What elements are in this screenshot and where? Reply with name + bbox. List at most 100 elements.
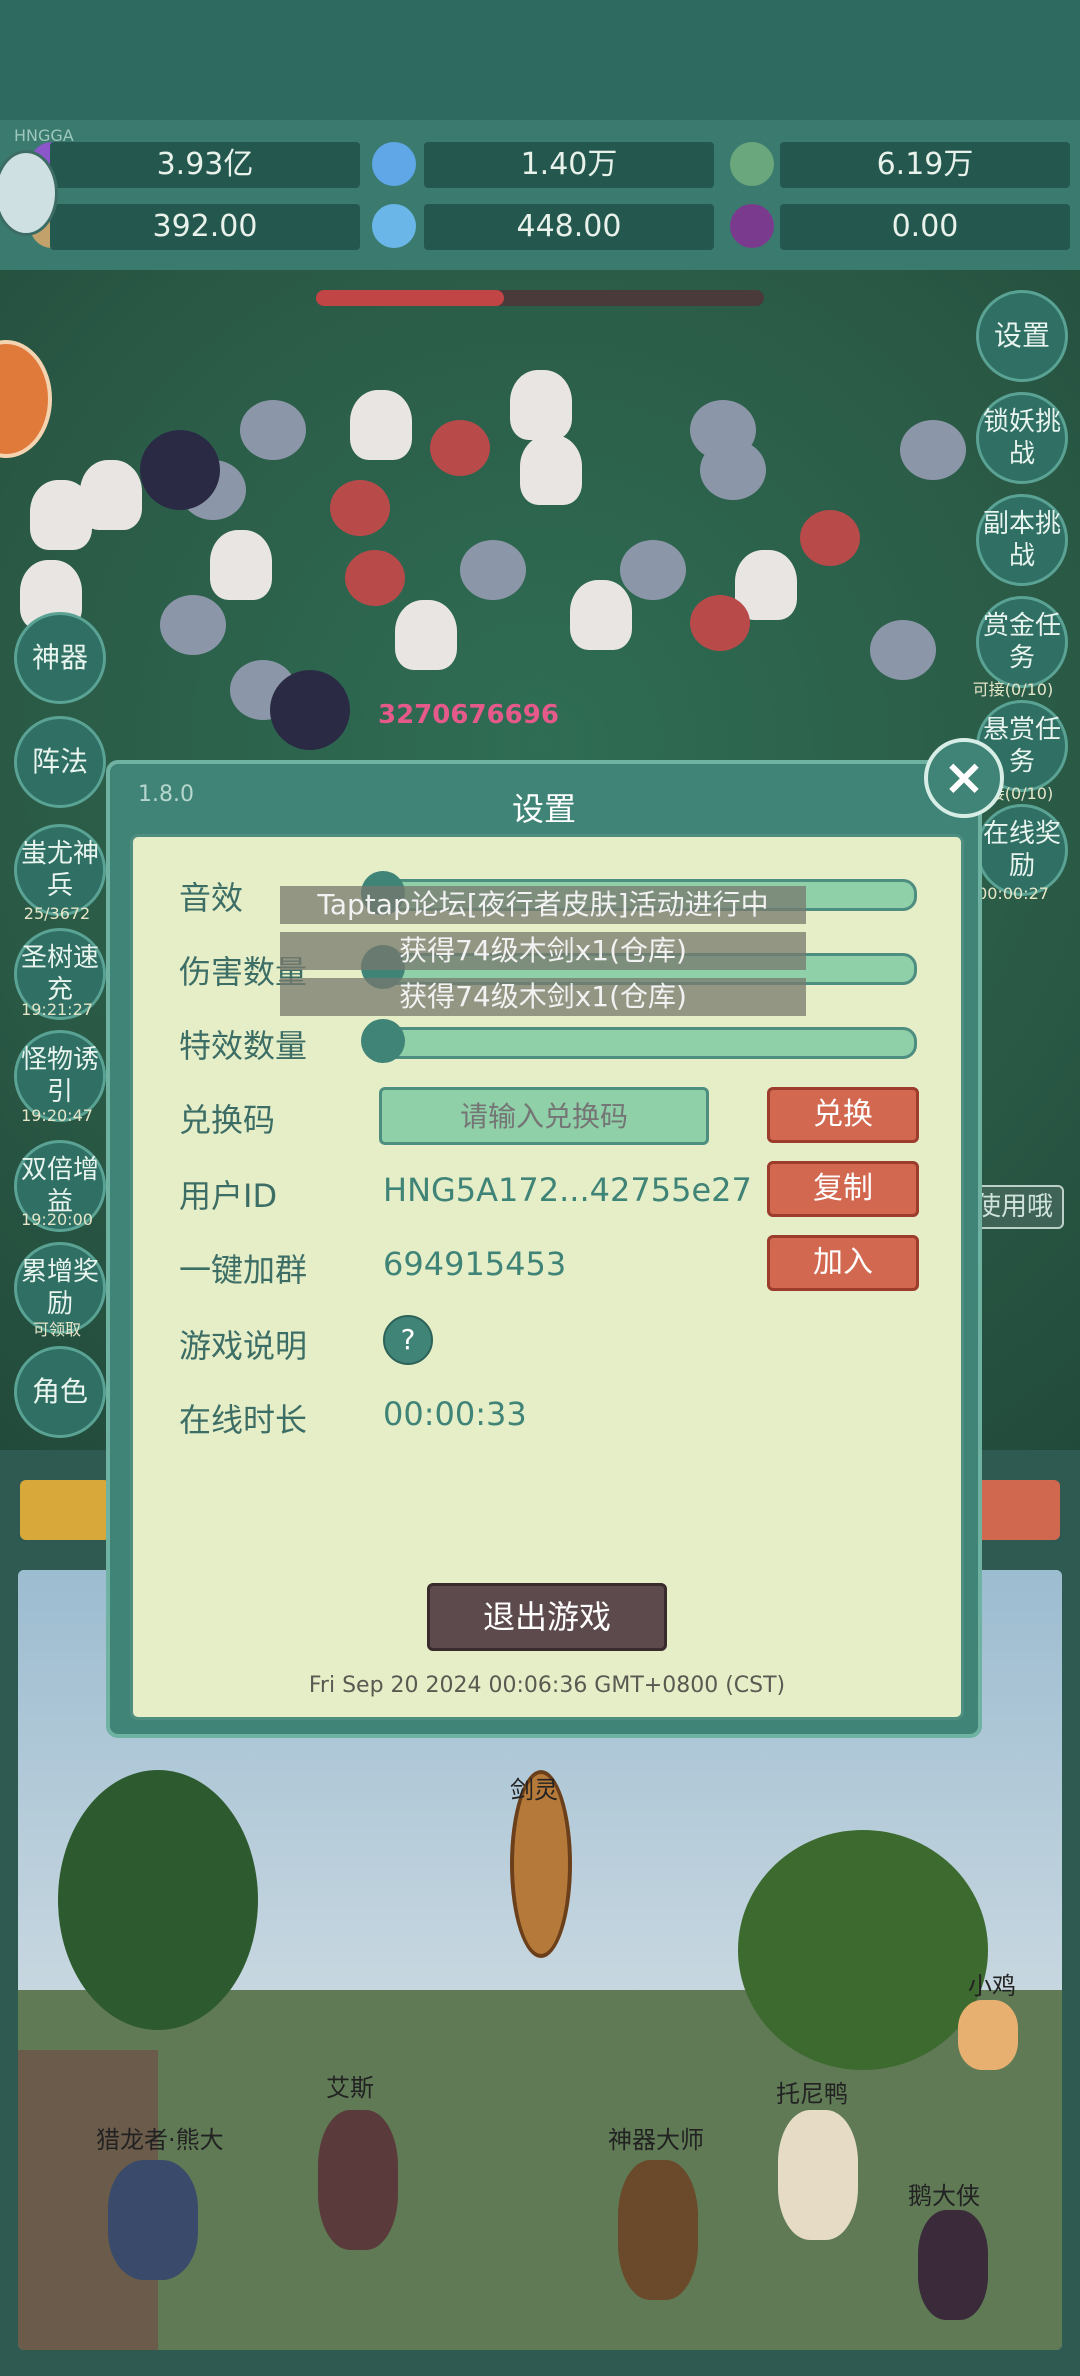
- purple-fruit-icon: [730, 204, 774, 248]
- ghost-monster: [570, 580, 632, 650]
- redeem-code-input[interactable]: [379, 1087, 709, 1145]
- artifact-button[interactable]: 神器: [14, 612, 106, 704]
- character-label: 角色: [31, 1375, 88, 1408]
- tony-duck-character[interactable]: [778, 2110, 858, 2240]
- bird-monster: [700, 440, 766, 500]
- join-group-label: 一键加群: [179, 1251, 308, 1289]
- settings-dialog: 1.8.0 设置 音效 伤害数量 特效数量 兑换码 兑换 用户ID HNG5A1…: [106, 760, 982, 1738]
- blue-crystal-icon: [372, 142, 416, 186]
- ghost-monster: [350, 390, 412, 460]
- effect-count-slider-knob[interactable]: [361, 1019, 405, 1063]
- online-reward-timer: 00:00:27: [977, 884, 1049, 903]
- dragon-hunter-character[interactable]: [108, 2160, 198, 2280]
- top-banner: [0, 0, 1080, 120]
- char-label-artifact-master: 神器大师: [608, 2126, 704, 2154]
- artifact-master-character[interactable]: [618, 2160, 698, 2300]
- dialog-title: 设置: [511, 790, 576, 828]
- double-buff-timer: 19:20:00: [21, 1210, 93, 1229]
- sound-label: 音效: [179, 879, 244, 917]
- online-reward-label: 在线奖励: [982, 819, 1061, 881]
- ice-crystal-icon: [372, 204, 416, 248]
- char-label-chick: 小鸡: [968, 1972, 1016, 2000]
- chiyou-weapon-label: 蚩尤神兵: [20, 839, 99, 901]
- double-buff-label: 双倍增益: [20, 1155, 99, 1217]
- holy-tree-timer: 19:21:27: [21, 1000, 93, 1019]
- online-time-label: 在线时长: [179, 1401, 308, 1439]
- char-label-ace: 艾斯: [326, 2074, 374, 2102]
- bird-monster: [620, 540, 686, 600]
- bird-monster: [160, 595, 226, 655]
- chick-character[interactable]: [958, 2000, 1018, 2070]
- exit-game-button[interactable]: 退出游戏: [427, 1583, 667, 1651]
- red-monster: [345, 550, 405, 606]
- chiyou-weapon-count: 25/3672: [23, 904, 91, 923]
- tree: [738, 1830, 988, 2070]
- close-icon[interactable]: ×: [924, 738, 1004, 818]
- green-orb-icon: [730, 142, 774, 186]
- monster-lure-timer: 19:20:47: [21, 1106, 93, 1125]
- resource-fruit-value: 0.00: [780, 204, 1070, 250]
- tornado-effect: [270, 670, 350, 750]
- character-button[interactable]: 角色: [14, 1346, 106, 1438]
- ghost-monster: [510, 370, 572, 440]
- redeem-code-label: 兑换码: [179, 1101, 276, 1139]
- artifact-label: 神器: [31, 641, 88, 674]
- tree: [58, 1770, 258, 2030]
- join-button[interactable]: 加入: [767, 1235, 919, 1291]
- tornado-effect: [140, 430, 220, 510]
- yellow-tab[interactable]: [20, 1480, 110, 1540]
- bounty-task-status: 可接(0/10): [972, 680, 1054, 699]
- red-monster: [690, 595, 750, 651]
- cumulative-reward-label: 累增奖励: [20, 1257, 99, 1319]
- goose-hero-character[interactable]: [918, 2210, 988, 2320]
- formation-label: 阵法: [31, 745, 88, 778]
- bird-monster: [460, 540, 526, 600]
- char-label-dragon-hunter: 猎龙者·熊大: [96, 2126, 224, 2154]
- dungeon-challenge-button[interactable]: 副本挑战: [976, 494, 1068, 586]
- red-monster: [800, 510, 860, 566]
- damage-number: 3270676696: [378, 700, 559, 730]
- online-time-value: 00:00:33: [383, 1395, 527, 1433]
- toast-message: 获得74级木剑x1(仓库): [280, 932, 806, 970]
- event-bubble-icon[interactable]: [0, 340, 52, 458]
- settings-button[interactable]: 设置: [976, 290, 1068, 382]
- user-id-label: 用户ID: [179, 1177, 278, 1215]
- ghost-monster: [80, 460, 142, 530]
- red-monster: [330, 480, 390, 536]
- effect-count-label: 特效数量: [179, 1027, 308, 1065]
- monster-lure-label: 怪物诱引: [20, 1045, 99, 1107]
- red-tab[interactable]: [970, 1480, 1060, 1540]
- system-timestamp: Fri Sep 20 2024 00:06:36 GMT+0800 (CST): [308, 1673, 786, 1698]
- red-monster: [430, 420, 490, 476]
- ghost-monster: [520, 435, 582, 505]
- char-label-tony-duck: 托尼鸭: [776, 2080, 848, 2108]
- toast-message: Taptap论坛[夜行者皮肤]活动进行中: [280, 886, 806, 924]
- chiyou-weapon-button[interactable]: 蚩尤神兵: [14, 824, 106, 916]
- help-question-icon[interactable]: ?: [383, 1315, 433, 1365]
- boss-hp-bar: [316, 290, 764, 306]
- redeem-button[interactable]: 兑换: [767, 1087, 919, 1143]
- online-reward-button[interactable]: 在线奖励: [976, 804, 1068, 896]
- formation-button[interactable]: 阵法: [14, 716, 106, 808]
- bird-monster: [870, 620, 936, 680]
- holy-tree-label: 圣树速充: [20, 943, 99, 1005]
- user-id-value: HNG5A172...42755e27: [383, 1171, 752, 1209]
- bounty-task-button[interactable]: 赏金任务: [976, 596, 1068, 688]
- resource-scroll-value: 392.00: [50, 204, 360, 250]
- bounty-task-label: 赏金任务: [982, 611, 1061, 673]
- resource-bar: HNGGA 3.93亿 1.40万 6.19万 392.00 448.00 0.…: [0, 120, 1080, 270]
- char-label-sword-spirit: 剑灵: [510, 1776, 558, 1804]
- dungeon-challenge-label: 副本挑战: [982, 509, 1061, 571]
- effect-count-slider[interactable]: [383, 1027, 917, 1059]
- ghost-monster: [210, 530, 272, 600]
- ace-character[interactable]: [318, 2110, 398, 2250]
- resource-crystal-value: 1.40万: [424, 142, 714, 188]
- game-help-label: 游戏说明: [179, 1327, 308, 1365]
- settings-label: 设置: [993, 319, 1050, 352]
- lock-demon-challenge-button[interactable]: 锁妖挑战: [976, 392, 1068, 484]
- resource-gem-value: 3.93亿: [50, 142, 360, 188]
- bird-monster: [240, 400, 306, 460]
- copy-button[interactable]: 复制: [767, 1161, 919, 1217]
- resource-ice-value: 448.00: [424, 204, 714, 250]
- resource-orb-value: 6.19万: [780, 142, 1070, 188]
